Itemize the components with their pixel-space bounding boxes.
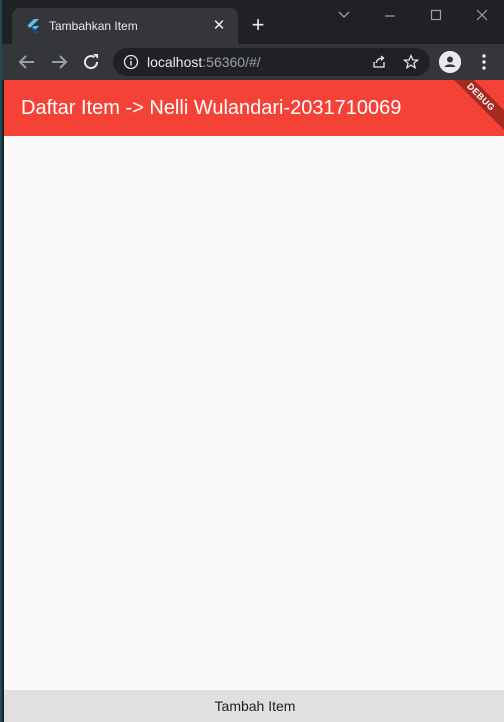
address-bar[interactable]: localhost:56360/#/ (113, 48, 430, 76)
tab-strip: Tambahkan Item ✕ + (2, 0, 504, 44)
person-icon (439, 51, 461, 73)
url-text: localhost:56360/#/ (147, 54, 261, 70)
info-icon[interactable] (123, 54, 139, 70)
forward-icon[interactable] (47, 50, 71, 74)
tab-close-icon[interactable]: ✕ (210, 17, 228, 35)
page-title: Daftar Item -> Nelli Wulandari-203171006… (21, 97, 402, 119)
browser-window: Tambahkan Item ✕ + localhost:56360/#/ Da… (0, 0, 504, 722)
tab-search-icon[interactable] (332, 6, 356, 24)
star-icon[interactable] (403, 54, 419, 70)
back-icon[interactable] (15, 50, 39, 74)
tab-title: Tambahkan Item (49, 19, 138, 33)
add-item-button[interactable]: Tambah Item (4, 690, 504, 722)
app-page: Daftar Item -> Nelli Wulandari-203171006… (4, 80, 504, 722)
profile-icon[interactable] (439, 51, 461, 73)
flutter-icon (27, 19, 39, 33)
maximize-icon[interactable] (424, 6, 448, 24)
reload-icon[interactable] (79, 50, 103, 74)
new-tab-button[interactable]: + (247, 14, 269, 37)
url-host: localhost (147, 54, 203, 70)
close-icon[interactable] (470, 6, 494, 24)
app-bar: Daftar Item -> Nelli Wulandari-203171006… (4, 80, 504, 136)
minimize-icon[interactable] (378, 6, 402, 24)
menu-icon[interactable] (474, 52, 494, 72)
browser-tab[interactable]: Tambahkan Item ✕ (12, 8, 238, 44)
url-path: :56360/#/ (202, 54, 261, 70)
share-icon[interactable] (371, 54, 387, 70)
browser-toolbar: localhost:56360/#/ (2, 44, 504, 80)
item-list (4, 136, 504, 690)
